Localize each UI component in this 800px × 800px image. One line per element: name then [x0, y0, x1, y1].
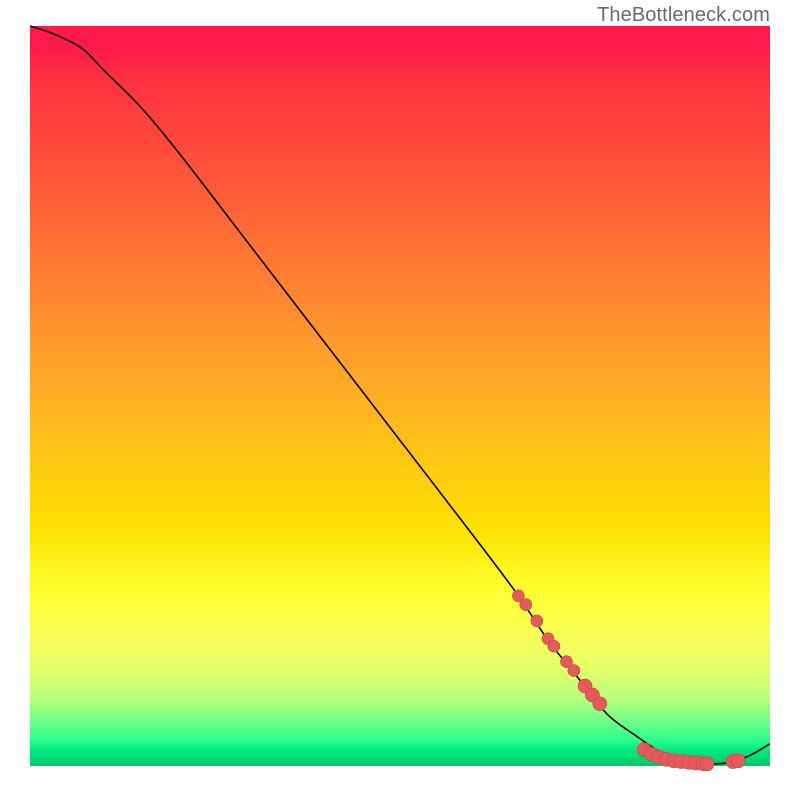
chart-container: TheBottleneck.com — [0, 0, 800, 800]
marker-dot — [700, 757, 714, 771]
marker-dot — [568, 665, 580, 677]
chart-overlay — [30, 26, 770, 766]
marker-dot — [531, 615, 543, 627]
marker-dot — [520, 599, 532, 611]
marker-dot — [548, 640, 560, 652]
watermark-text: TheBottleneck.com — [597, 4, 770, 27]
marker-group — [512, 590, 745, 771]
marker-dot — [731, 754, 745, 768]
bottleneck-curve — [30, 26, 770, 764]
marker-dot — [593, 697, 607, 711]
